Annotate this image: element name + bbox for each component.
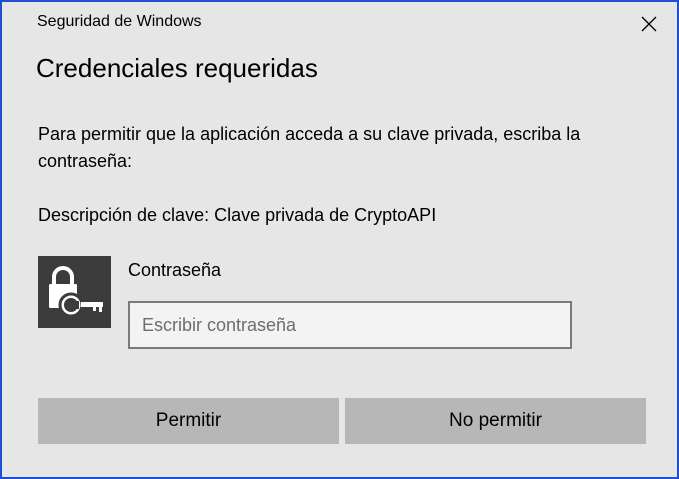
window-title: Seguridad de Windows	[37, 13, 202, 30]
key-description: Descripción de clave: Clave privada de C…	[38, 205, 437, 225]
lock-key-icon	[38, 256, 111, 328]
password-label: Contraseña	[128, 260, 222, 280]
allow-button[interactable]: Permitir	[38, 398, 339, 444]
dialog-message: Para permitir que la aplicación acceda a…	[38, 124, 581, 171]
dialog-heading: Credenciales requeridas	[36, 53, 318, 83]
password-input[interactable]	[128, 301, 572, 349]
close-button[interactable]	[626, 6, 672, 42]
close-icon	[641, 16, 657, 32]
credentials-dialog: Seguridad de Windows Credenciales requer…	[0, 0, 679, 479]
deny-button[interactable]: No permitir	[345, 398, 646, 444]
